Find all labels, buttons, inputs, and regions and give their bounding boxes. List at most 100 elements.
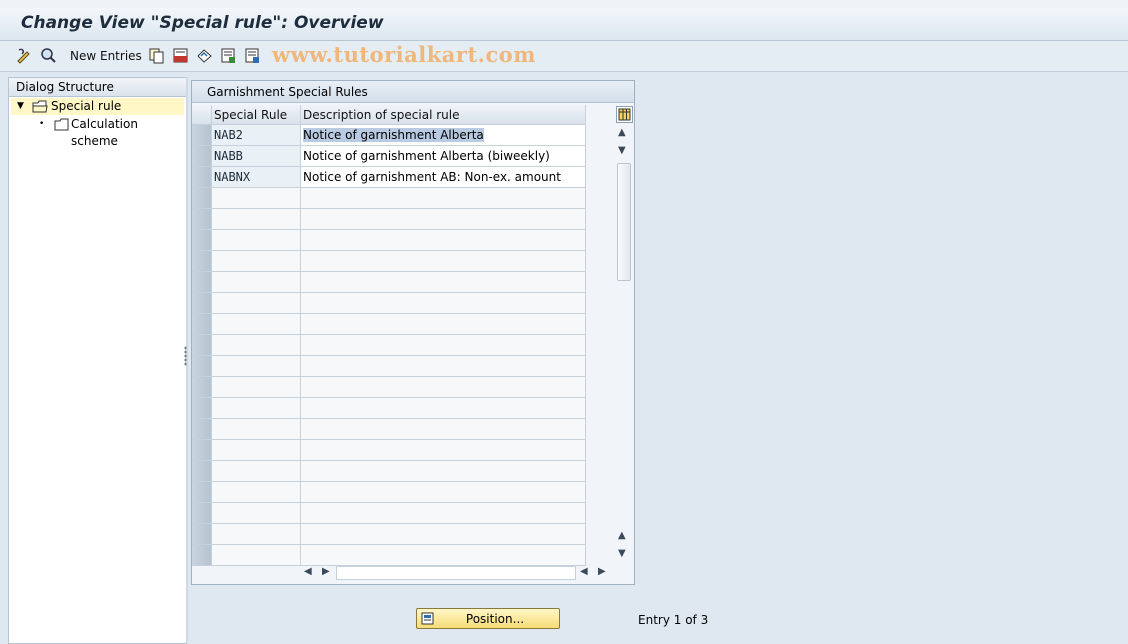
empty-table-row — [192, 271, 586, 293]
special-rule-cell[interactable] — [211, 376, 301, 398]
description-cell[interactable] — [300, 334, 586, 356]
scroll-left-icon[interactable]: ◀ — [304, 566, 312, 577]
page-down-icon[interactable]: ▼ — [618, 146, 626, 156]
column-header-description[interactable]: Description of special rule — [300, 105, 586, 125]
description-cell[interactable] — [300, 376, 586, 398]
row-selector[interactable] — [192, 376, 212, 398]
select-block-icon[interactable] — [244, 47, 261, 64]
scroll-right-icon[interactable]: ▶ — [322, 566, 330, 577]
description-cell[interactable]: Notice of garnishment Alberta — [300, 124, 586, 146]
special-rule-cell[interactable]: NABB — [211, 145, 301, 167]
row-selector[interactable] — [192, 250, 212, 272]
special-rules-table: Special Rule Description of special rule… — [192, 105, 586, 566]
expand-triangle-icon[interactable]: ▼ — [17, 98, 24, 115]
empty-table-row — [192, 439, 586, 461]
description-cell[interactable] — [300, 502, 586, 524]
special-rule-cell[interactable] — [211, 439, 301, 461]
row-selector[interactable] — [192, 313, 212, 335]
column-settings-button[interactable] — [616, 106, 633, 123]
select-all-icon[interactable] — [220, 47, 237, 64]
description-cell[interactable] — [300, 250, 586, 272]
special-rule-cell[interactable] — [211, 460, 301, 482]
description-cell[interactable] — [300, 355, 586, 377]
row-selector[interactable] — [192, 292, 212, 314]
row-selector[interactable] — [192, 439, 212, 461]
row-selector[interactable] — [192, 481, 212, 503]
column-header-special-rule[interactable]: Special Rule — [211, 105, 301, 125]
description-cell[interactable] — [300, 439, 586, 461]
special-rule-cell[interactable] — [211, 271, 301, 293]
description-cell[interactable] — [300, 418, 586, 440]
row-selector[interactable] — [192, 502, 212, 524]
scroll-left-end-icon[interactable]: ◀ — [580, 566, 588, 577]
tree-node-special-rule[interactable]: ▼ Special rule — [11, 98, 184, 115]
row-selector[interactable] — [192, 460, 212, 482]
special-rule-cell[interactable] — [211, 481, 301, 503]
scroll-down-icon[interactable]: ▼ — [618, 549, 626, 559]
entry-status: Entry 1 of 3 — [638, 613, 709, 627]
folder-icon — [54, 118, 69, 131]
special-rule-cell[interactable] — [211, 397, 301, 419]
description-cell[interactable]: Notice of garnishment Alberta (biweekly) — [300, 145, 586, 167]
row-selector[interactable] — [192, 397, 212, 419]
special-rule-cell[interactable] — [211, 313, 301, 335]
description-cell[interactable] — [300, 481, 586, 503]
display-change-icon[interactable] — [16, 47, 33, 64]
copy-as-icon[interactable] — [148, 47, 165, 64]
row-selector[interactable] — [192, 208, 212, 230]
special-rule-cell[interactable]: NAB2 — [211, 124, 301, 146]
description-cell[interactable] — [300, 523, 586, 545]
garnishment-special-rules-group: Garnishment Special Rules Special Rule D… — [191, 80, 635, 585]
description-cell[interactable] — [300, 313, 586, 335]
row-selector[interactable] — [192, 334, 212, 356]
special-rule-cell[interactable] — [211, 523, 301, 545]
row-selector[interactable] — [192, 523, 212, 545]
vertical-scrollbar[interactable]: ▲ ▼ ▲ ▼ — [616, 125, 631, 562]
description-cell[interactable] — [300, 397, 586, 419]
row-selector[interactable] — [192, 187, 212, 209]
find-icon[interactable] — [40, 47, 57, 64]
page-up-icon[interactable]: ▲ — [618, 531, 626, 541]
row-selector[interactable] — [192, 544, 212, 566]
description-cell[interactable] — [300, 544, 586, 566]
scroll-right-end-icon[interactable]: ▶ — [598, 566, 606, 577]
row-selector[interactable] — [192, 271, 212, 293]
description-cell[interactable] — [300, 229, 586, 251]
description-cell[interactable] — [300, 460, 586, 482]
special-rule-cell[interactable] — [211, 229, 301, 251]
description-cell[interactable] — [300, 271, 586, 293]
special-rule-cell[interactable] — [211, 208, 301, 230]
row-selector[interactable] — [192, 145, 212, 167]
empty-table-row — [192, 460, 586, 482]
special-rule-cell[interactable] — [211, 292, 301, 314]
special-rule-cell[interactable] — [211, 250, 301, 272]
row-selector[interactable] — [192, 166, 212, 188]
horizontal-scrollbar[interactable]: ◀ ▶ ◀ ▶ — [298, 565, 614, 581]
description-cell[interactable] — [300, 187, 586, 209]
special-rule-cell[interactable] — [211, 187, 301, 209]
row-selector[interactable] — [192, 418, 212, 440]
undo-change-icon[interactable] — [196, 47, 213, 64]
position-button[interactable]: Position... — [416, 608, 560, 629]
select-all-rows-button[interactable] — [192, 105, 212, 125]
row-selector[interactable] — [192, 229, 212, 251]
special-rule-cell[interactable] — [211, 355, 301, 377]
description-cell[interactable] — [300, 292, 586, 314]
description-cell[interactable]: Notice of garnishment AB: Non-ex. amount — [300, 166, 586, 188]
row-selector[interactable] — [192, 124, 212, 146]
description-cell[interactable] — [300, 208, 586, 230]
special-rule-cell[interactable]: NABNX — [211, 166, 301, 188]
bullet-icon: • — [39, 119, 45, 129]
new-entries-button[interactable]: New Entries — [70, 49, 142, 63]
tree-node-calculation-scheme[interactable]: • Calculation scheme — [11, 116, 184, 148]
special-rule-cell[interactable] — [211, 418, 301, 440]
special-rule-cell[interactable] — [211, 544, 301, 566]
special-rule-cell[interactable] — [211, 502, 301, 524]
horizontal-scroll-track[interactable] — [336, 566, 576, 580]
scroll-up-icon[interactable]: ▲ — [618, 128, 626, 138]
special-rule-cell[interactable] — [211, 334, 301, 356]
splitter-grip-icon[interactable] — [184, 346, 187, 366]
delete-icon[interactable] — [172, 47, 189, 64]
scroll-thumb[interactable] — [617, 163, 631, 281]
row-selector[interactable] — [192, 355, 212, 377]
